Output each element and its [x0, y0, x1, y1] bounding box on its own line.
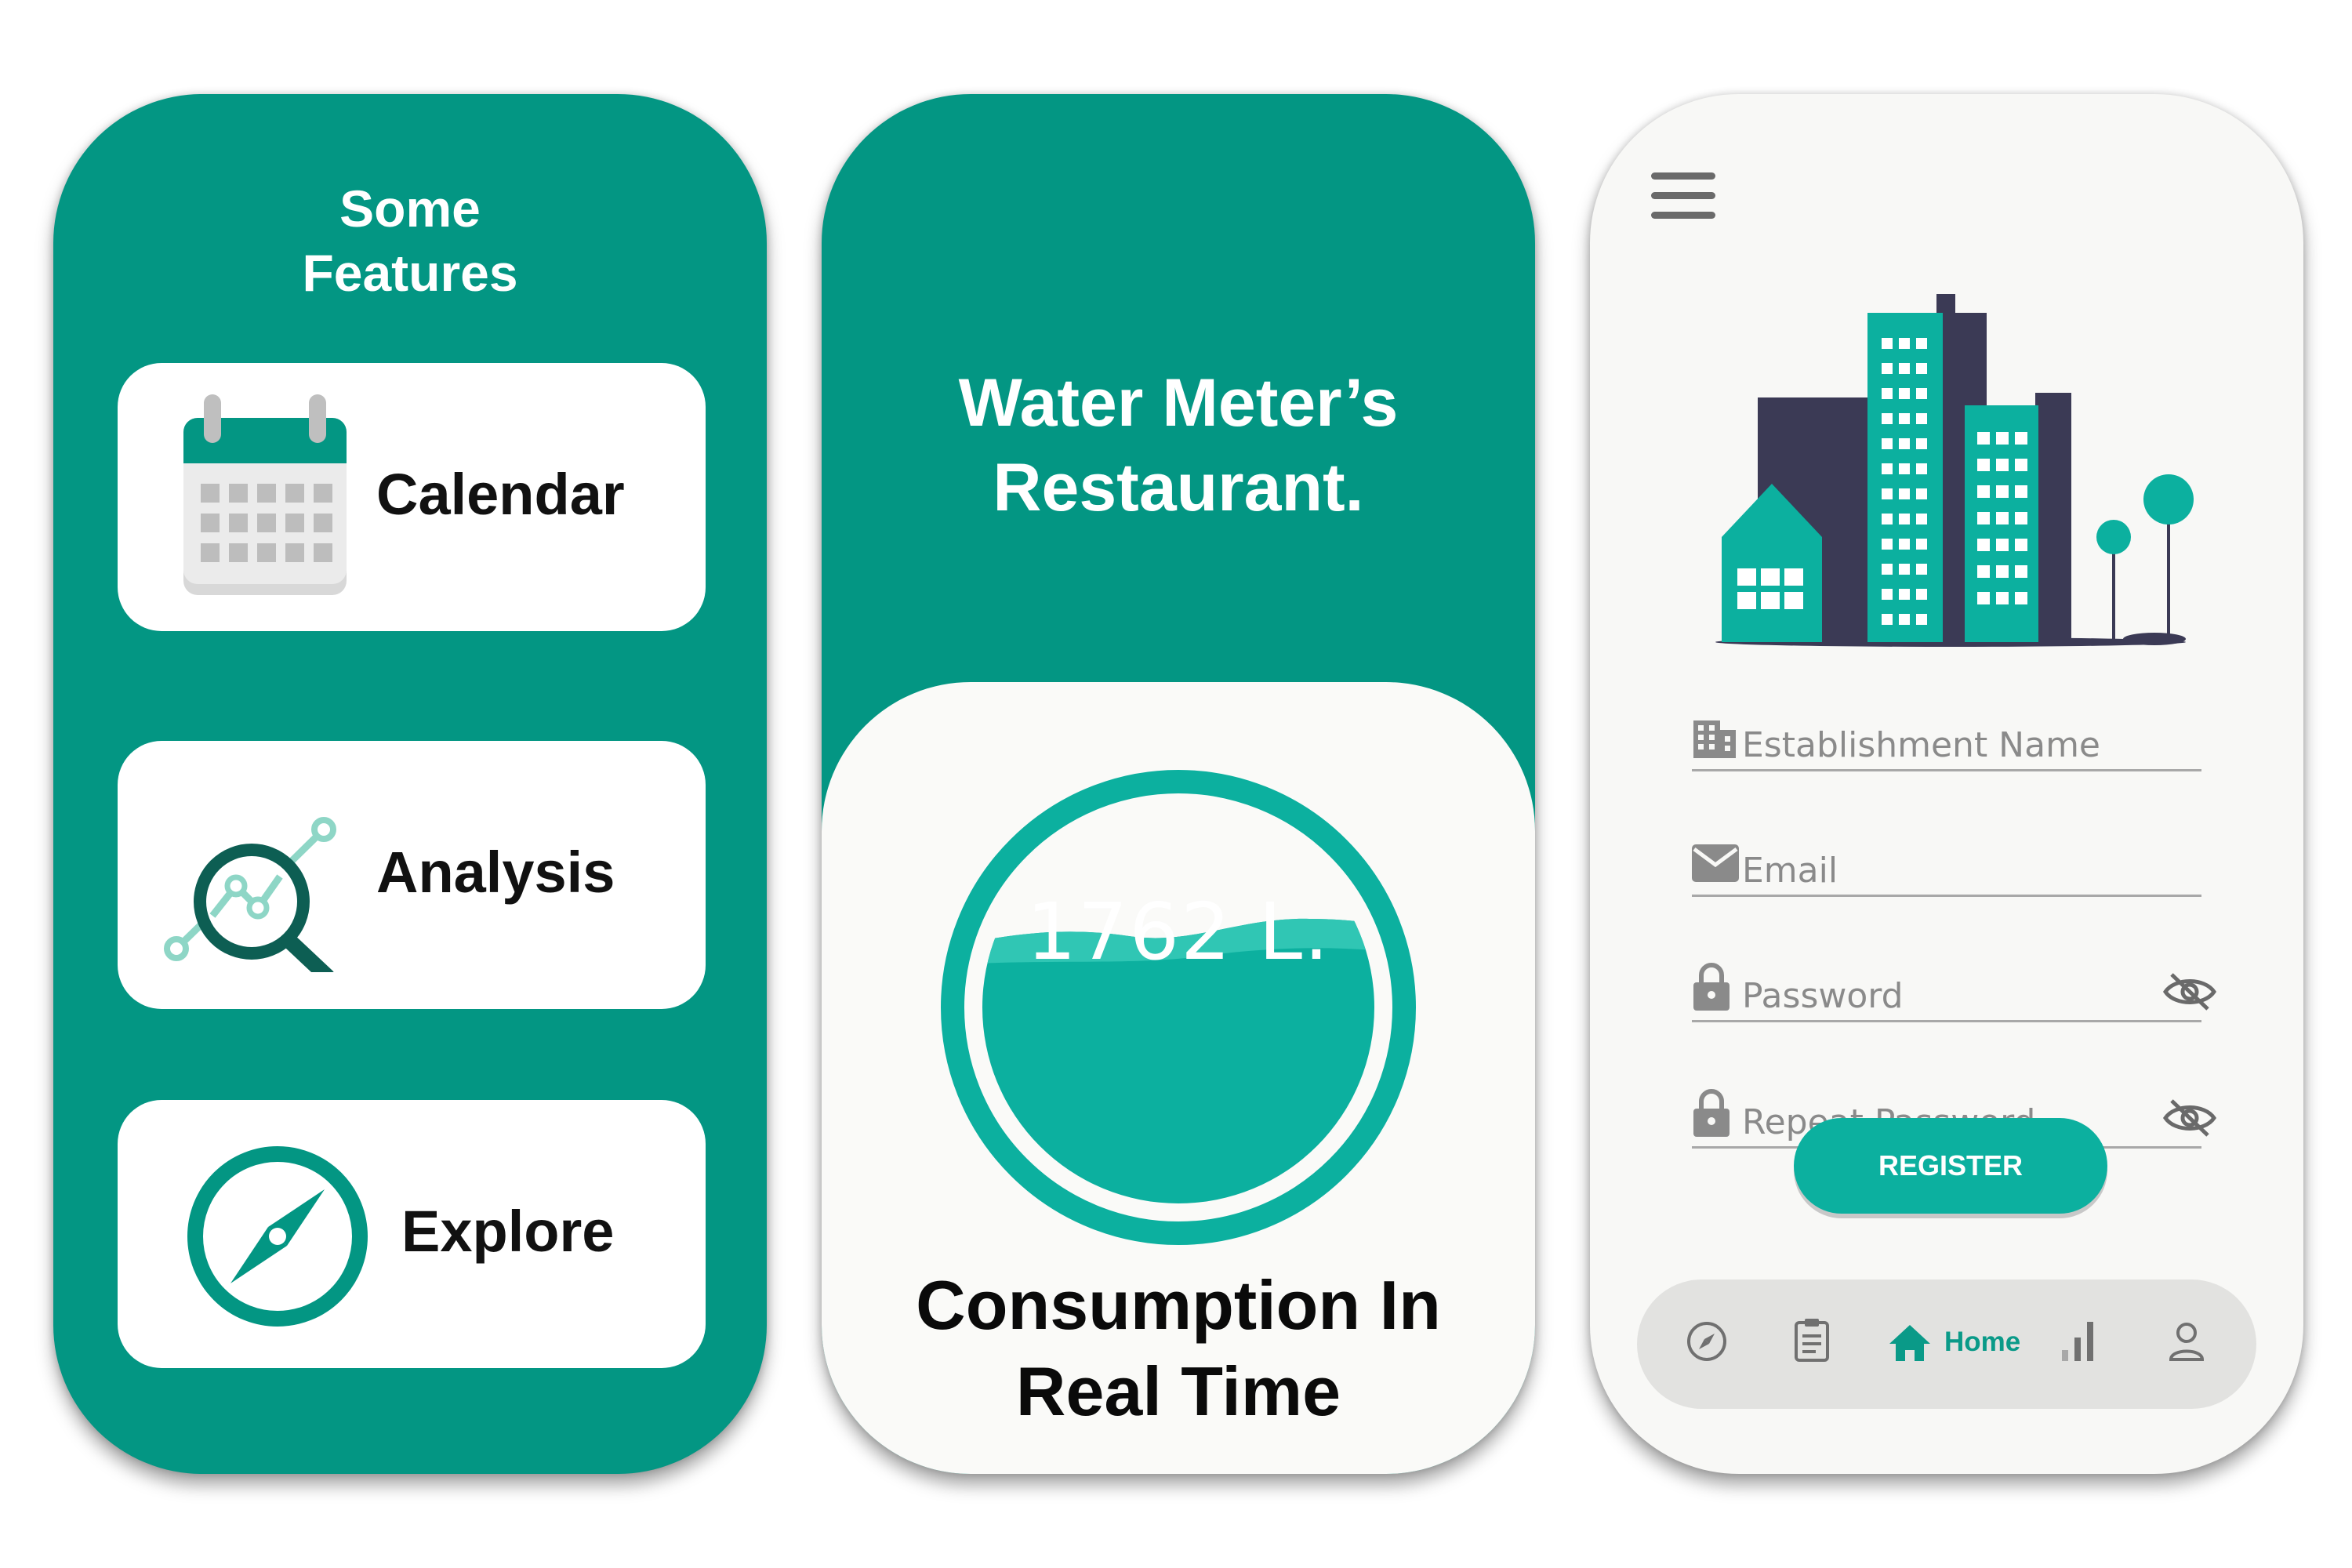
- nav-home-label[interactable]: Home: [1944, 1327, 2020, 1358]
- feature-label: Analysis: [376, 840, 615, 905]
- compass-icon: [187, 1146, 368, 1327]
- feature-label: Explore: [401, 1199, 615, 1264]
- user-icon[interactable]: [2167, 1320, 2206, 1363]
- register-screen: Establishment Name Email Password Repeat…: [1590, 94, 2303, 1474]
- bar-chart-icon[interactable]: [2059, 1319, 2096, 1363]
- features-screen: Some Features Calendar Analysis Explore: [53, 94, 767, 1474]
- caption-line1: Consumption In: [916, 1266, 1441, 1344]
- hamburger-menu-icon[interactable]: [1651, 172, 1715, 223]
- water-level-gauge: [941, 770, 1416, 1245]
- analysis-magnifier-icon: [164, 817, 336, 972]
- feature-card-explore[interactable]: Explore: [118, 1100, 706, 1368]
- establishment-name-field[interactable]: Establishment Name: [1692, 694, 2201, 771]
- lock-icon: [1693, 1089, 1730, 1137]
- city-buildings-illustration: [1715, 294, 2194, 647]
- features-title-line2: Features: [302, 244, 518, 302]
- password-placeholder: Password: [1742, 976, 1904, 1016]
- feature-label: Calendar: [376, 462, 625, 527]
- consumption-title-line1: Water Meter’s: [958, 365, 1399, 441]
- feature-card-calendar[interactable]: Calendar: [118, 363, 706, 631]
- caption-line2: Real Time: [1015, 1352, 1341, 1430]
- clipboard-icon[interactable]: [1794, 1317, 1830, 1363]
- consumption-title: Water Meter’s Restaurant.: [822, 361, 1535, 530]
- lock-icon: [1693, 963, 1730, 1011]
- consumption-title-line2: Restaurant.: [993, 450, 1364, 525]
- eye-off-icon[interactable]: [2162, 1098, 2217, 1138]
- bottom-nav-bar: Home: [1637, 1279, 2256, 1409]
- features-title-line1: Some: [339, 180, 481, 238]
- consumption-screen: Water Meter’s Restaurant. 1762 L. Consum…: [822, 94, 1535, 1474]
- eye-off-icon[interactable]: [2162, 971, 2217, 1012]
- register-button[interactable]: REGISTER: [1794, 1118, 2107, 1214]
- building-icon: [1693, 720, 1736, 758]
- calendar-icon: [183, 394, 347, 595]
- email-field[interactable]: Email: [1692, 819, 2201, 897]
- establishment-name-placeholder: Establishment Name: [1742, 725, 2100, 765]
- consumption-caption: Consumption In Real Time: [822, 1262, 1535, 1435]
- password-field[interactable]: Password: [1692, 945, 2217, 1022]
- email-placeholder: Email: [1742, 851, 1838, 891]
- home-icon[interactable]: [1888, 1323, 1932, 1363]
- water-reading: 1762 L.: [1026, 886, 1330, 978]
- envelope-icon: [1692, 844, 1739, 882]
- feature-card-analysis[interactable]: Analysis: [118, 741, 706, 1009]
- features-title: Some Features: [53, 176, 767, 305]
- compass-icon[interactable]: [1686, 1320, 1728, 1363]
- consumption-card: 1762 L. Consumption In Real Time: [822, 682, 1535, 1474]
